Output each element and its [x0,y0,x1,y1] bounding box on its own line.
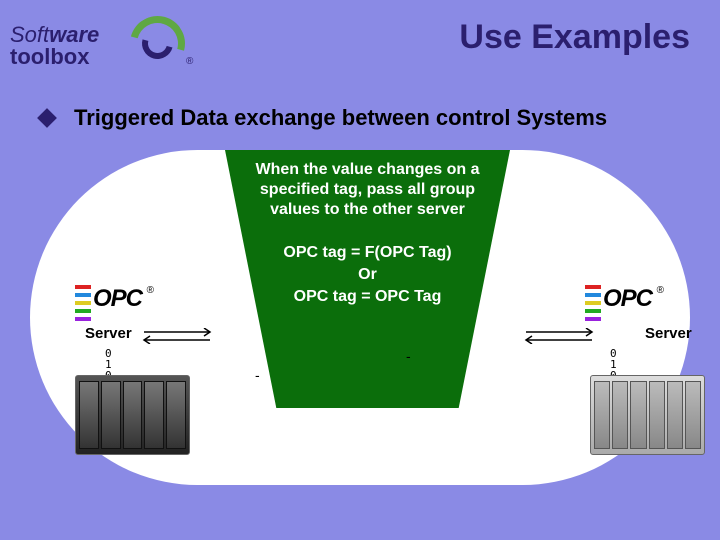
dash-mark: - [255,367,260,383]
trapezoid-equations: OPC tag = F(OPC Tag) Or OPC tag = OPC Ta… [253,242,482,308]
slide-title: Use Examples [459,18,690,57]
opc-text: OPC [603,285,652,313]
bullet-text: Triggered Data exchange between control … [74,105,607,131]
server-label-right: Server [645,325,692,342]
equation-1: OPC tag = F(OPC Tag) [283,244,451,261]
bidirectional-arrow-icon [520,328,598,344]
trapezoid-description: When the value changes on a specified ta… [253,160,482,220]
registered-mark: ® [186,56,193,67]
bidirectional-arrow-icon [138,328,216,344]
plc-device-left [75,375,190,455]
center-trapezoid: When the value changes on a specified ta… [225,150,510,408]
equation-2: OPC tag = OPC Tag [294,288,442,305]
opc-logo-left: OPC ® [75,285,150,323]
diagram-panel: When the value changes on a specified ta… [30,150,690,485]
opc-stripes-icon [75,285,91,321]
opc-logo-right: OPC ® [585,285,660,323]
plc-device-right [590,375,705,455]
logo-text: Software toolbox [10,24,99,68]
opc-stripes-icon [585,285,601,321]
diamond-bullet-icon [37,108,57,128]
software-toolbox-logo: Software toolbox ® [10,18,190,73]
dash-mark: - [406,348,411,364]
registered-mark: ® [147,285,154,296]
registered-mark: ® [657,285,664,296]
swirl-icon [130,16,185,71]
bullet-row: Triggered Data exchange between control … [40,105,607,131]
opc-text: OPC [93,285,142,313]
server-label-left: Server [85,325,132,342]
equation-or: Or [253,264,482,286]
